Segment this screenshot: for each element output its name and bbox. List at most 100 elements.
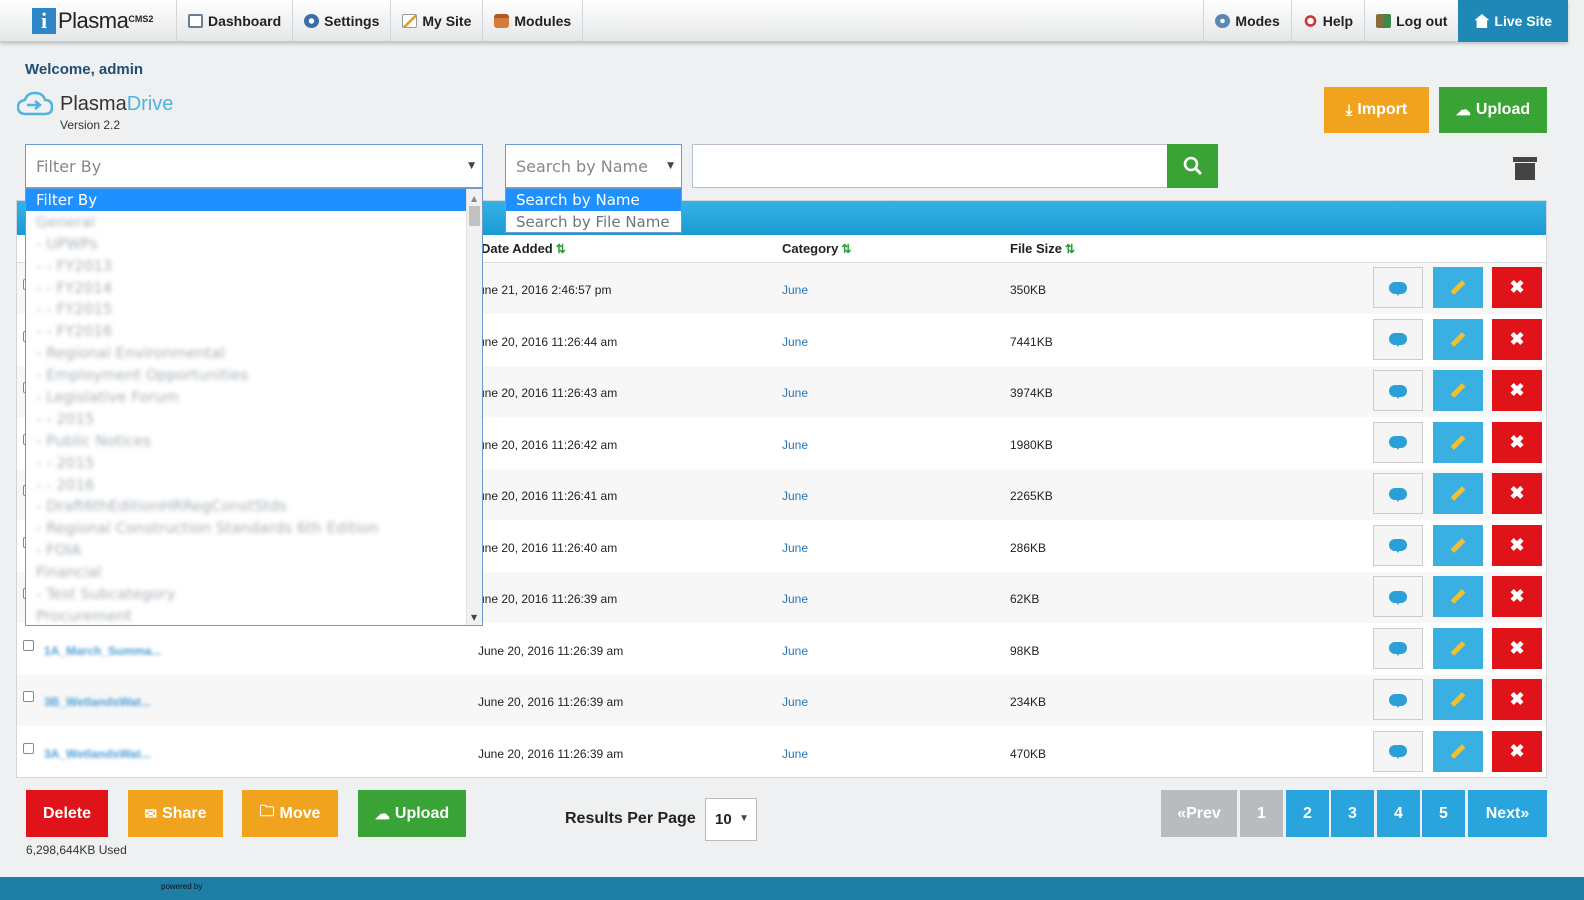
remove-button[interactable]: ✖	[1492, 318, 1542, 360]
filter-option[interactable]: - Public Notices	[26, 430, 482, 452]
filter-option[interactable]: - Regional Environmental	[26, 342, 482, 364]
filter-option[interactable]: - - FY2013	[26, 255, 482, 277]
edit-button[interactable]	[1433, 576, 1483, 617]
scroll-up-icon[interactable]: ▲	[471, 194, 477, 203]
download-button[interactable]	[1373, 267, 1423, 308]
category-cell[interactable]: June	[782, 335, 808, 349]
download-button[interactable]	[1373, 318, 1423, 360]
filter-option[interactable]: - Regional Construction Standards 6th Ed…	[26, 517, 482, 539]
delete-button[interactable]: Delete	[26, 790, 108, 837]
download-button[interactable]	[1373, 576, 1423, 617]
filter-option[interactable]: - Legislative Forum	[26, 386, 482, 408]
nav-my-site[interactable]: My Site	[390, 0, 482, 42]
nav-help[interactable]: Help	[1290, 0, 1364, 42]
filter-option[interactable]: Filter By	[26, 189, 482, 211]
column-date-added[interactable]: Date Added ⇅	[481, 241, 566, 256]
download-button[interactable]	[1373, 524, 1423, 566]
category-cell[interactable]: June	[782, 489, 808, 503]
download-button[interactable]	[1373, 421, 1423, 463]
filter-option[interactable]: Procurement	[26, 605, 482, 625]
upload-button-top[interactable]: ☁ Upload	[1439, 87, 1547, 133]
row-checkbox[interactable]	[23, 742, 34, 754]
nav-settings[interactable]: Settings	[292, 0, 390, 42]
edit-button[interactable]	[1433, 421, 1483, 463]
category-cell[interactable]: June	[782, 592, 808, 606]
download-button[interactable]	[1373, 473, 1423, 514]
remove-button[interactable]: ✖	[1492, 576, 1542, 617]
remove-button[interactable]: ✖	[1492, 627, 1542, 669]
filter-option[interactable]: - Test Subcategory	[26, 583, 482, 605]
remove-button[interactable]: ✖	[1492, 473, 1542, 514]
category-cell[interactable]: June	[782, 283, 808, 297]
nav-live-site[interactable]: Live Site	[1458, 0, 1568, 42]
plasma-cms-logo[interactable]: i Plasma CMS2	[32, 6, 153, 36]
nav-modules[interactable]: Modules	[482, 0, 584, 42]
remove-button[interactable]: ✖	[1492, 370, 1542, 411]
filter-option[interactable]: - - FY2016	[26, 320, 482, 342]
remove-button[interactable]: ✖	[1492, 421, 1542, 463]
filter-option[interactable]: - - FY2014	[26, 277, 482, 299]
edit-button[interactable]	[1433, 267, 1483, 308]
file-name-link[interactable]: 3A_WetlandsWat...	[44, 747, 151, 761]
pagination-page-5[interactable]: 5	[1422, 790, 1465, 837]
filter-option[interactable]: - Employment Opportunities	[26, 364, 482, 386]
filter-option[interactable]: - - 2015	[26, 452, 482, 474]
search-mode-select[interactable]: Search by Name ▼	[505, 144, 682, 188]
remove-button[interactable]: ✖	[1492, 524, 1542, 566]
file-name-link[interactable]: 3B_WetlandsWat...	[44, 695, 151, 709]
row-checkbox[interactable]	[23, 639, 34, 651]
dropdown-scrollbar[interactable]: ▲ ▼	[466, 189, 482, 625]
option-search-by-name[interactable]: Search by Name	[506, 189, 681, 211]
filter-option[interactable]: - Draft6thEditionHRRegConstStds	[26, 495, 482, 517]
filter-option[interactable]: Financial	[26, 561, 482, 583]
download-button[interactable]	[1373, 627, 1423, 669]
nav-logout[interactable]: Log out	[1364, 0, 1458, 42]
pagination-prev[interactable]: «Prev	[1161, 790, 1237, 837]
upload-button-bottom[interactable]: ☁ Upload	[358, 790, 466, 837]
pagination-next[interactable]: Next»	[1468, 790, 1547, 837]
row-checkbox[interactable]	[23, 691, 34, 702]
filter-option[interactable]: - UPWPs	[26, 233, 482, 255]
filter-option[interactable]: - FOIA	[26, 539, 482, 561]
filter-option[interactable]: - - 2016	[26, 474, 482, 496]
column-category[interactable]: Category ⇅	[782, 241, 851, 256]
category-cell[interactable]: June	[782, 438, 808, 452]
remove-button[interactable]: ✖	[1492, 730, 1542, 772]
edit-button[interactable]	[1433, 524, 1483, 566]
download-button[interactable]	[1373, 679, 1423, 720]
filter-by-select[interactable]: Filter By ▼	[25, 144, 483, 188]
remove-button[interactable]: ✖	[1492, 679, 1542, 720]
move-button[interactable]: 🗀 Move	[242, 790, 338, 837]
category-cell[interactable]: June	[782, 386, 808, 400]
remove-button[interactable]: ✖	[1492, 267, 1542, 308]
edit-button[interactable]	[1433, 318, 1483, 360]
trash-icon[interactable]	[1512, 157, 1538, 180]
category-cell[interactable]: June	[782, 747, 808, 761]
nav-dashboard[interactable]: Dashboard	[176, 0, 292, 42]
pagination-page-2[interactable]: 2	[1286, 790, 1329, 837]
nav-modes[interactable]: Modes	[1203, 0, 1290, 42]
results-per-page-select[interactable]: 10 ▼	[705, 798, 757, 841]
pagination-page-4[interactable]: 4	[1377, 790, 1420, 837]
category-cell[interactable]: June	[782, 644, 808, 658]
pagination-page-1[interactable]: 1	[1240, 790, 1283, 837]
pagination-page-3[interactable]: 3	[1331, 790, 1374, 837]
search-input[interactable]	[692, 144, 1168, 188]
file-name-link[interactable]: 1A_March_Summa...	[44, 644, 161, 658]
edit-button[interactable]	[1433, 627, 1483, 669]
category-cell[interactable]: June	[782, 541, 808, 555]
edit-button[interactable]	[1433, 370, 1483, 411]
option-search-by-file-name[interactable]: Search by File Name	[506, 211, 681, 233]
import-button[interactable]: ⤓ Import	[1324, 87, 1429, 133]
download-button[interactable]	[1373, 730, 1423, 772]
scroll-down-icon[interactable]: ▼	[471, 613, 477, 622]
edit-button[interactable]	[1433, 473, 1483, 514]
filter-option[interactable]: General	[26, 211, 482, 233]
share-button[interactable]: ✉ Share	[128, 790, 223, 837]
filter-option[interactable]: - - FY2015	[26, 298, 482, 320]
edit-button[interactable]	[1433, 679, 1483, 720]
search-button[interactable]	[1167, 144, 1218, 188]
filter-option[interactable]: - - 2015	[26, 408, 482, 430]
edit-button[interactable]	[1433, 730, 1483, 772]
column-file-size[interactable]: File Size ⇅	[1010, 241, 1075, 256]
